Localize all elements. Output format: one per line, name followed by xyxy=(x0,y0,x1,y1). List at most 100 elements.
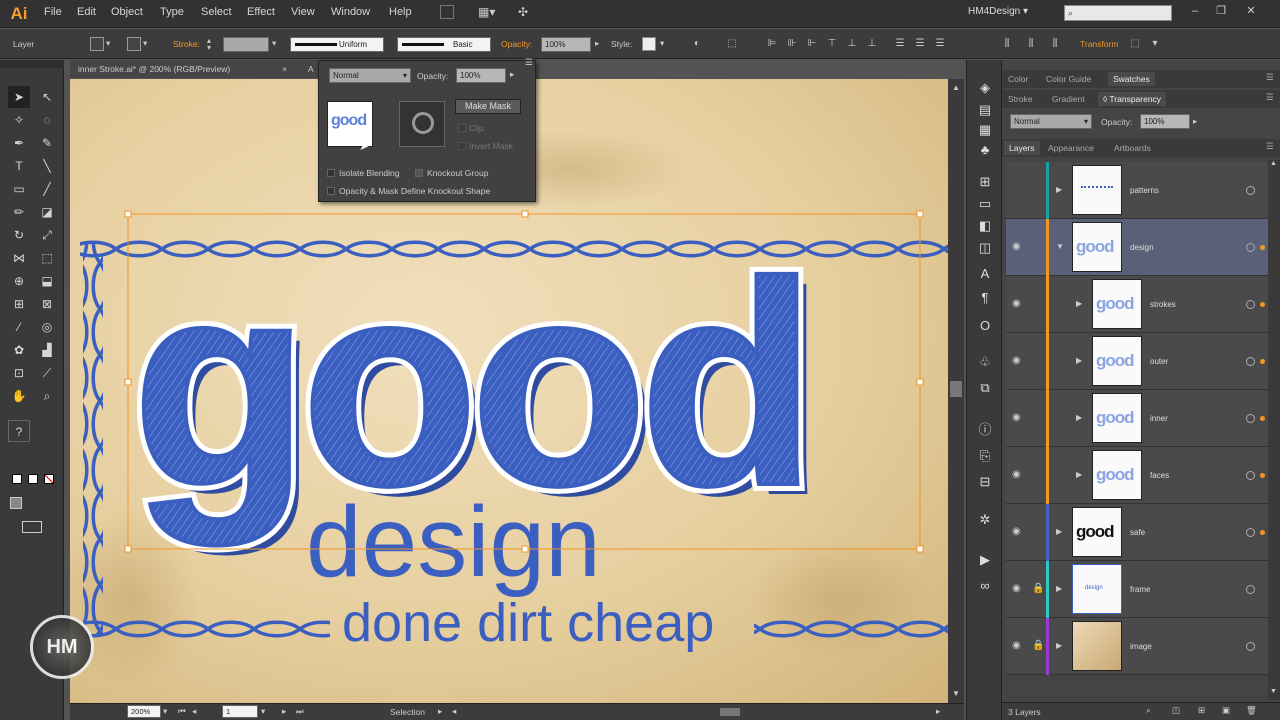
distribute-middle-icon[interactable]: ☰ xyxy=(913,37,927,51)
menu-select[interactable]: Select xyxy=(201,6,232,18)
layer-name[interactable]: design xyxy=(1130,243,1154,252)
live-paint-tool-icon[interactable]: ⬓ xyxy=(36,270,58,292)
current-tool-status[interactable]: Selection xyxy=(390,707,425,717)
tab-swatches[interactable]: Swatches xyxy=(1108,72,1155,86)
target-circle-icon[interactable] xyxy=(1246,300,1255,309)
fill-swatch[interactable] xyxy=(90,37,104,51)
popup-opacity-arrow-icon[interactable]: ▸ xyxy=(510,69,514,80)
expand-triangle-icon[interactable]: ▶ xyxy=(1056,641,1062,650)
fill-color-icon[interactable] xyxy=(12,474,22,484)
zoom-dropdown-icon[interactable]: ▾ xyxy=(163,706,167,717)
type-tool-icon[interactable]: T xyxy=(8,155,30,177)
shape-builder-tool-icon[interactable]: ⊕ xyxy=(8,270,30,292)
stroke-dropdown-icon[interactable]: ▾ xyxy=(143,38,147,49)
layer-name[interactable]: patterns xyxy=(1130,186,1159,195)
layer-name[interactable]: inner xyxy=(1150,414,1168,423)
layers-panel-menu-icon[interactable]: ☰ xyxy=(1266,141,1274,152)
tab-transparency[interactable]: ◊ Transparency xyxy=(1098,92,1167,106)
selection-indicator[interactable] xyxy=(1260,416,1265,421)
opacity-mask-knockout-checkbox[interactable] xyxy=(327,187,335,195)
zoom-field[interactable]: 200% xyxy=(127,705,161,718)
target-circle-icon[interactable] xyxy=(1246,414,1255,423)
expand-triangle-icon[interactable]: ▶ xyxy=(1056,185,1062,194)
curvature-tool-icon[interactable]: ✎ xyxy=(36,132,58,154)
align-middle-icon[interactable]: ⊥ xyxy=(845,37,859,51)
target-circle-icon[interactable] xyxy=(1246,471,1255,480)
layer-row-inner[interactable]: ◉ ▶ good inner xyxy=(1006,390,1268,447)
clip-checkbox[interactable] xyxy=(458,124,466,132)
menu-edit[interactable]: Edit xyxy=(77,6,96,18)
layer-row-faces[interactable]: ◉ ▶ good faces xyxy=(1006,447,1268,504)
layer-name[interactable]: outer xyxy=(1150,357,1168,366)
expand-triangle-icon[interactable]: ▶ xyxy=(1076,299,1082,308)
pen-tool-icon[interactable]: ✒ xyxy=(8,132,30,154)
next-artboard-icon[interactable]: ▸ xyxy=(282,706,286,717)
blend-mode-dropdown[interactable]: Normal ▾ xyxy=(329,68,411,83)
layers-scroll-up-icon[interactable]: ▲ xyxy=(1270,160,1277,167)
expand-triangle-icon[interactable]: ▶ xyxy=(1056,584,1062,593)
search-input[interactable]: ⌕ xyxy=(1064,5,1172,21)
isolate-blending-checkbox[interactable] xyxy=(327,169,335,177)
target-circle-icon[interactable] xyxy=(1246,243,1255,252)
actions-panel-icon[interactable]: ▶ xyxy=(975,550,995,570)
stroke-panel-menu-icon[interactable]: ☰ xyxy=(1266,92,1274,103)
lasso-tool-icon[interactable]: ◌ xyxy=(36,109,58,131)
tab-artboards[interactable]: Artboards xyxy=(1114,143,1151,153)
visibility-eye-icon[interactable]: ◉ xyxy=(1012,469,1021,480)
align-to-icon[interactable]: ⬚ xyxy=(725,37,739,51)
opacity-arrow-icon[interactable]: ▸ xyxy=(595,38,599,49)
make-mask-button[interactable]: Make Mask xyxy=(455,99,521,114)
line-tool-icon[interactable]: ╲ xyxy=(36,155,58,177)
links-panel-icon[interactable]: ⊟ xyxy=(975,472,995,492)
isolate-group-icon[interactable]: ⬚ xyxy=(1128,37,1142,51)
distribute-bottom-icon[interactable]: ☰ xyxy=(933,37,947,51)
tab-color-guide[interactable]: Color Guide xyxy=(1046,74,1091,84)
layer-row-image[interactable]: ◉ 🔒 ▶ image xyxy=(1006,618,1268,675)
paintbrush-tool-icon[interactable]: ╱ xyxy=(36,178,58,200)
close-tab-icon[interactable]: × xyxy=(282,60,287,78)
selection-tool-icon[interactable]: ➤ xyxy=(8,86,30,108)
artboard-number-field[interactable]: 1 xyxy=(222,705,258,718)
layer-name[interactable]: faces xyxy=(1150,471,1169,480)
document-info-icon[interactable]: ⎘ xyxy=(975,446,995,466)
rotate-tool-icon[interactable]: ↻ xyxy=(8,224,30,246)
opentype-panel-icon[interactable]: O xyxy=(975,316,995,336)
symbol-sprayer-tool-icon[interactable]: ✿ xyxy=(8,339,30,361)
layer-name[interactable]: image xyxy=(1130,642,1152,651)
artboard-tool-icon[interactable]: ⊡ xyxy=(8,362,30,384)
expand-triangle-icon[interactable]: ▶ xyxy=(1076,356,1082,365)
first-artboard-icon[interactable]: ⏮ xyxy=(178,706,186,717)
distribute-center-icon[interactable]: ⫼ xyxy=(1024,37,1038,51)
new-sublayer-icon[interactable]: ⊞ xyxy=(1198,705,1205,716)
visibility-eye-icon[interactable]: ◉ xyxy=(1012,526,1021,537)
vertical-scrollbar[interactable]: ▲ ▼ xyxy=(948,79,964,703)
layer-row-outer[interactable]: ◉ ▶ good outer xyxy=(1006,333,1268,390)
target-circle-icon[interactable] xyxy=(1246,642,1255,651)
collapse-triangle-icon[interactable]: ▼ xyxy=(1056,242,1064,251)
target-circle-icon[interactable] xyxy=(1246,528,1255,537)
stroke-weight-stepper[interactable]: ▴ ▾ xyxy=(207,37,221,52)
tab-layers[interactable]: Layers xyxy=(1004,141,1040,155)
expand-triangle-icon[interactable]: ▶ xyxy=(1076,413,1082,422)
hscroll-right-icon[interactable]: ▸ xyxy=(936,706,940,717)
screen-mode-icon[interactable] xyxy=(22,521,42,533)
tab-color[interactable]: Color xyxy=(1008,74,1028,84)
workspace-switcher[interactable]: HM4Design ▾ xyxy=(968,6,1028,17)
stroke-weight-dropdown-icon[interactable]: ▾ xyxy=(272,38,276,49)
selection-indicator[interactable] xyxy=(1260,245,1265,250)
align-bottom-icon[interactable]: ⊥ xyxy=(865,37,879,51)
scroll-up-icon[interactable]: ▲ xyxy=(952,83,960,92)
appearance-panel-icon[interactable]: ◫ xyxy=(975,238,995,258)
distribute-right-icon[interactable]: ⫼ xyxy=(1048,37,1062,51)
transparency-panel-icon[interactable]: ◧ xyxy=(975,216,995,236)
swatches-panel-icon[interactable]: ▦ xyxy=(975,120,995,140)
layers-scroll-down-icon[interactable]: ▼ xyxy=(1270,688,1277,695)
brush-definition[interactable]: Basic xyxy=(397,37,491,52)
stroke-swatch[interactable] xyxy=(127,37,141,51)
menu-file[interactable]: File xyxy=(44,6,62,18)
expand-triangle-icon[interactable]: ▶ xyxy=(1076,470,1082,479)
stroke-label[interactable]: Stroke: xyxy=(173,39,200,49)
layer-row-patterns[interactable]: ▶ patterns xyxy=(1006,162,1268,219)
make-clipping-mask-icon[interactable]: ◫ xyxy=(1172,705,1180,716)
layers-scrollbar[interactable]: ▲ ▼ xyxy=(1268,160,1280,700)
